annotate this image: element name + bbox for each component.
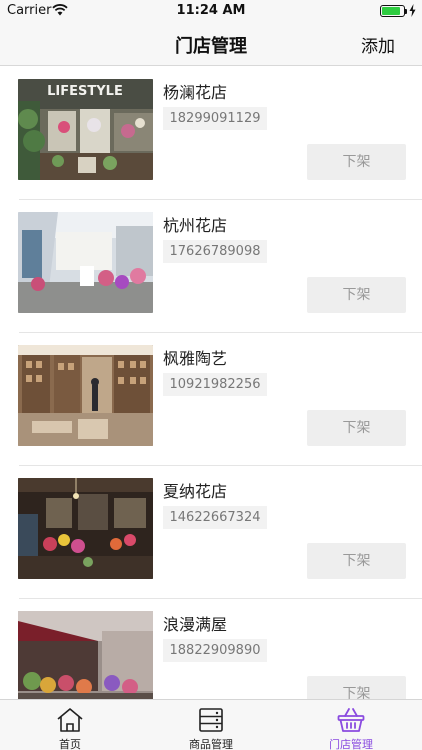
store-row[interactable]: LIFESTYLE 杨澜花店 18299091129 下架 (0, 67, 422, 200)
store-photo (18, 478, 153, 579)
store-name: 枫雅陶艺 (163, 349, 228, 368)
tab-store-management[interactable]: 门店管理 (281, 700, 421, 750)
take-offline-button[interactable]: 下架 (307, 676, 406, 699)
add-store-button[interactable]: 添加 (361, 32, 395, 57)
product-list-icon (199, 708, 223, 732)
store-phone: 18822909890 (163, 639, 267, 662)
take-offline-button[interactable]: 下架 (307, 277, 406, 313)
battery-fill (382, 7, 400, 15)
store-name: 杭州花店 (163, 216, 228, 235)
store-photo (18, 345, 153, 446)
store-phone: 10921982256 (163, 373, 267, 396)
store-name: 浪漫满屋 (163, 615, 228, 634)
store-phone: 17626789098 (163, 240, 267, 263)
tab-home[interactable]: 首页 (0, 700, 140, 750)
tab-bar: 首页 商品管理 门店管理 (0, 699, 422, 750)
store-row[interactable]: 枫雅陶艺 10921982256 下架 (0, 333, 422, 466)
store-photo (18, 212, 153, 313)
status-bar: Carrier 11:24 AM (0, 0, 422, 22)
store-photo: LIFESTYLE (18, 79, 153, 180)
tab-label: 商品管理 (189, 738, 233, 750)
store-name: 杨澜花店 (163, 83, 228, 102)
home-icon (57, 708, 83, 732)
page-title: 门店管理 (175, 36, 247, 57)
store-phone: 18299091129 (163, 107, 267, 130)
store-name: 夏纳花店 (163, 482, 228, 501)
take-offline-button[interactable]: 下架 (307, 144, 406, 180)
take-offline-button[interactable]: 下架 (307, 410, 406, 446)
store-list[interactable]: LIFESTYLE 杨澜花店 18299091129 下架 杭州花店 17626… (0, 67, 422, 699)
charging-bolt-icon (409, 4, 416, 17)
battery-icon (380, 5, 405, 17)
store-row[interactable]: 杭州花店 17626789098 下架 (0, 200, 422, 333)
take-offline-button[interactable]: 下架 (307, 543, 406, 579)
store-photo (18, 611, 153, 699)
tab-label: 首页 (59, 738, 81, 750)
status-time: 11:24 AM (176, 3, 246, 18)
store-row[interactable]: 浪漫满屋 18822909890 下架 (0, 599, 422, 699)
shop-sign-text: LIFESTYLE (47, 84, 123, 99)
battery-tip (405, 9, 407, 14)
tab-products[interactable]: 商品管理 (141, 700, 281, 750)
basket-icon (337, 708, 365, 732)
store-row[interactable]: 夏纳花店 14622667324 下架 (0, 466, 422, 599)
store-phone: 14622667324 (163, 506, 267, 529)
navigation-bar: 门店管理 添加 (0, 22, 422, 66)
tab-label: 门店管理 (329, 738, 373, 750)
